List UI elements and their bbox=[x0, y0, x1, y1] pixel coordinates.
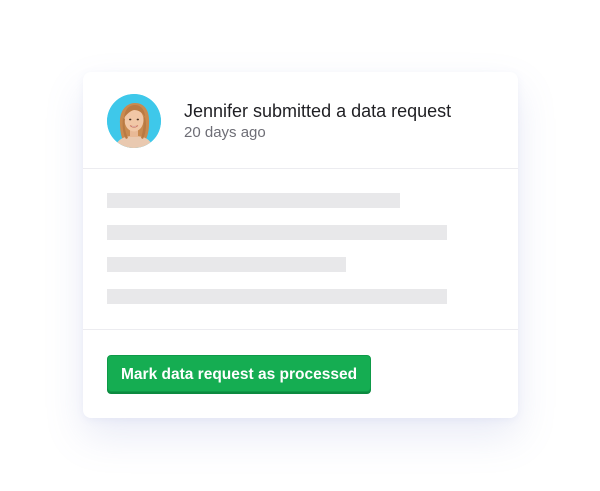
card-footer: Mark data request as processed bbox=[83, 330, 518, 418]
header-text: Jennifer submitted a data request 20 day… bbox=[184, 100, 451, 142]
placeholder-line bbox=[107, 289, 447, 304]
card-body bbox=[83, 169, 518, 330]
data-request-card: Jennifer submitted a data request 20 day… bbox=[83, 72, 518, 418]
placeholder-line bbox=[107, 257, 346, 272]
notification-timestamp: 20 days ago bbox=[184, 124, 266, 141]
user-avatar-photo-icon bbox=[107, 94, 161, 148]
placeholder-line bbox=[107, 225, 447, 240]
mark-processed-button[interactable]: Mark data request as processed bbox=[107, 355, 372, 392]
avatar bbox=[107, 94, 161, 148]
placeholder-line bbox=[107, 193, 400, 208]
page: Jennifer submitted a data request 20 day… bbox=[0, 0, 600, 491]
notification-title: Jennifer submitted a data request bbox=[184, 101, 452, 121]
card-header: Jennifer submitted a data request 20 day… bbox=[83, 72, 518, 169]
